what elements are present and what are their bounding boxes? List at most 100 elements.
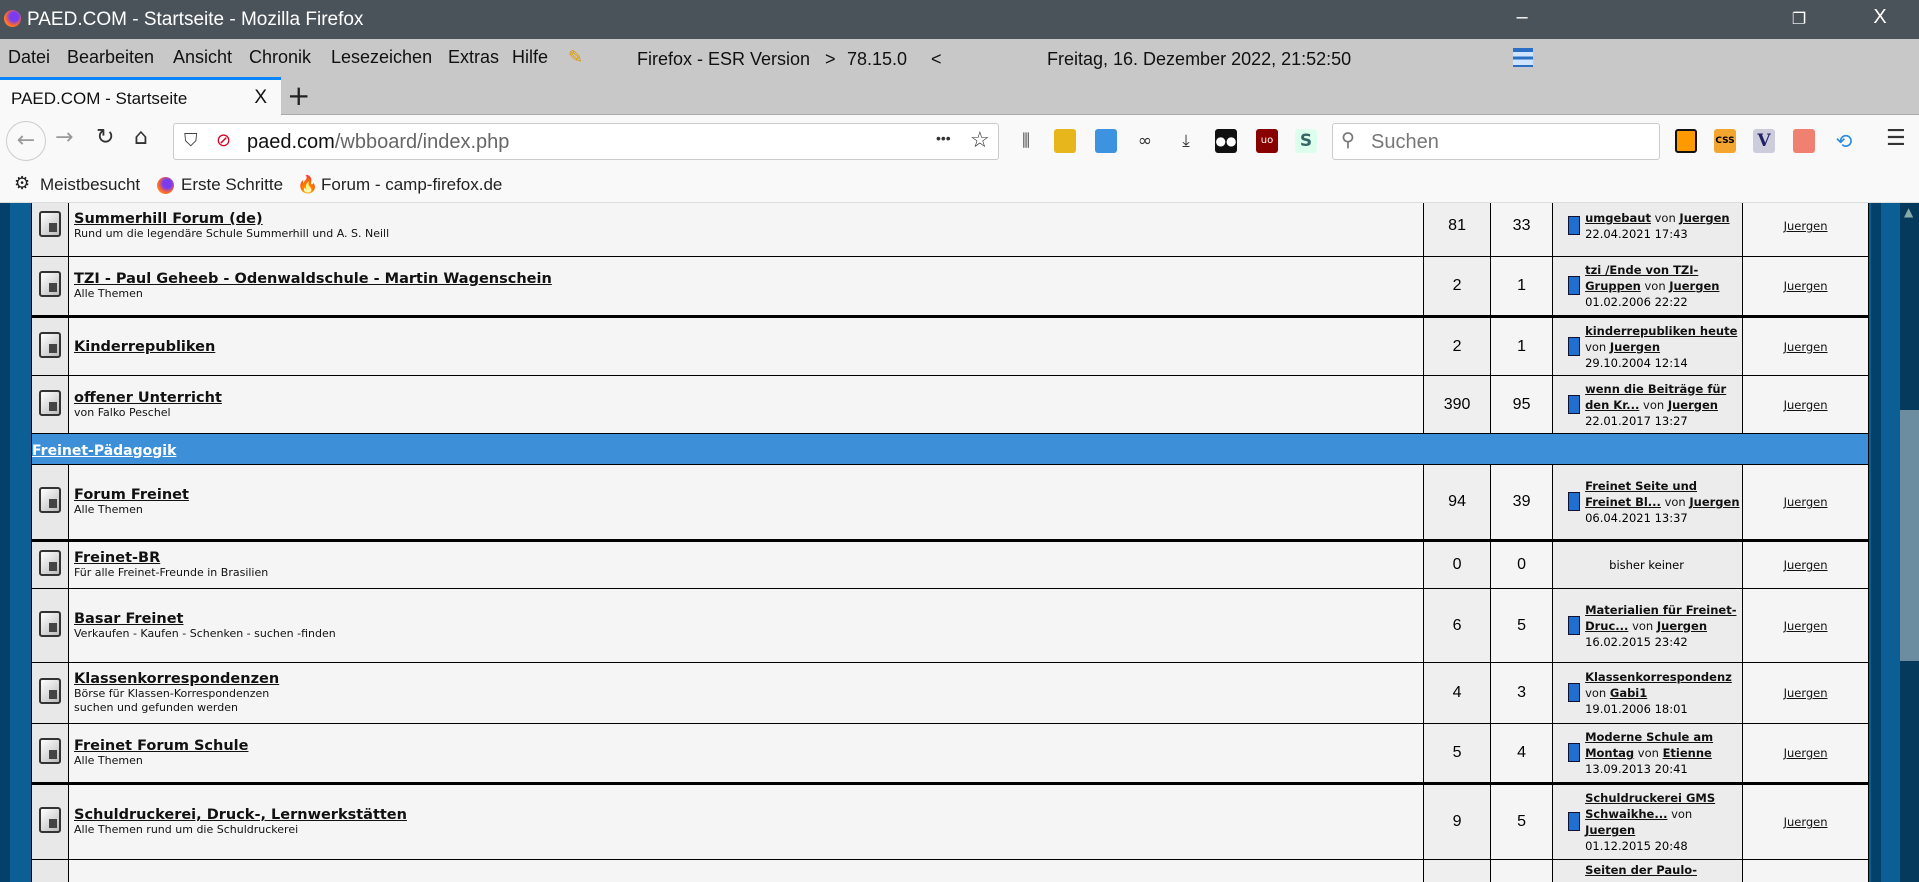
forum-icon-cell: [31, 375, 69, 434]
insecure-lock-icon[interactable]: ⊘: [216, 130, 231, 151]
search-input[interactable]: ⚲ Suchen: [1332, 123, 1660, 160]
forum-title-link[interactable]: TZI - Paul Geheeb - Odenwaldschule - Mar…: [74, 271, 1423, 287]
last-post-user[interactable]: Juergen: [1585, 823, 1635, 837]
forward-button[interactable]: →: [55, 125, 73, 150]
restore-button[interactable]: ❐: [1779, 9, 1819, 29]
forum-title-link[interactable]: offener Unterricht: [74, 390, 1423, 406]
forum-title-link[interactable]: Kinderrepubliken: [74, 339, 1423, 355]
forum-title-link[interactable]: Summerhill Forum (de): [74, 211, 1423, 227]
page-actions-button[interactable]: •••: [936, 130, 951, 146]
css-addon-icon[interactable]: CSS: [1714, 129, 1736, 153]
moderator-link[interactable]: Juergen: [1784, 219, 1828, 233]
last-post-date: 22.04.2021 17:43: [1585, 227, 1688, 241]
vertical-scrollbar[interactable]: ▲: [1900, 203, 1919, 882]
last-post-link[interactable]: Schuldruckerei GMS Schwaikhe...: [1585, 791, 1715, 821]
posts-count: 5: [1423, 723, 1492, 785]
forum-title-link[interactable]: Freinet-BR: [74, 550, 1423, 566]
window-layout-icon[interactable]: [1513, 48, 1533, 67]
last-post-user[interactable]: Juergen: [1689, 495, 1739, 509]
sync-icon[interactable]: ⟲: [1833, 129, 1855, 153]
library-icon[interactable]: ⫼: [1015, 129, 1037, 153]
home-button[interactable]: ⌂: [134, 125, 148, 150]
last-post-cell: Moderne Schule am Montag von Etienne 13.0…: [1552, 723, 1744, 785]
tampermonkey-icon[interactable]: ●●: [1215, 129, 1237, 153]
page-border-left: [0, 203, 10, 882]
url-bar[interactable]: ⛉ ⊘ paed.com/wbboard/index.php ••• ☆: [173, 123, 999, 160]
scrollbar-thumb[interactable]: [1900, 410, 1919, 661]
last-post-user[interactable]: Juergen: [1668, 398, 1718, 412]
forum-icon-cell: [31, 662, 69, 724]
download-icon[interactable]: ⤓: [1175, 129, 1197, 153]
validator-icon[interactable]: V: [1753, 129, 1775, 153]
category-link[interactable]: Freinet-Pädagogik: [32, 443, 176, 459]
forum-title-link[interactable]: Klassenkorrespondenzen: [74, 671, 1423, 687]
last-post-user[interactable]: Gabi1: [1610, 686, 1647, 700]
last-post-user[interactable]: Juergen: [1679, 211, 1729, 225]
tracking-shield-icon[interactable]: ⛉: [184, 130, 198, 151]
close-window-button[interactable]: X: [1860, 6, 1900, 29]
posts-count: 4: [1423, 662, 1492, 724]
bookmarks-toolbar: ⚙ Meistbesucht Erste Schritte 🔥 Forum - …: [0, 168, 1919, 203]
table-row: Freinet Forum Schule Alle Themen 5 4 Mode…: [31, 723, 1869, 785]
back-button[interactable]: ←: [6, 121, 46, 161]
scroll-addon-icon[interactable]: [1793, 129, 1815, 153]
moderator-link[interactable]: Juergen: [1784, 340, 1828, 354]
moderator-link[interactable]: Juergen: [1784, 619, 1828, 633]
private-mask-icon[interactable]: ∞: [1134, 129, 1156, 153]
stylus-icon[interactable]: S: [1295, 129, 1317, 153]
moderator-cell: Juergen: [1742, 464, 1869, 542]
url-text[interactable]: paed.com/wbboard/index.php: [247, 131, 509, 154]
menu-chronik[interactable]: Chronik: [249, 47, 311, 68]
last-post-link[interactable]: Seiten der Paulo-: [1585, 863, 1697, 877]
forum-folder-icon: [39, 271, 61, 297]
new-tab-button[interactable]: +: [287, 79, 310, 112]
forum-title-link[interactable]: Forum Freinet: [74, 487, 1423, 503]
table-row: Schuldruckerei, Druck-, Lernwerkstätten A…: [31, 783, 1869, 860]
bookmark-camp-firefox[interactable]: Forum - camp-firefox.de: [321, 175, 502, 195]
moderator-link[interactable]: Juergen: [1784, 279, 1828, 293]
forum-cell: offener Unterricht von Falko Peschel: [67, 375, 1425, 434]
menu-ansicht[interactable]: Ansicht: [173, 47, 232, 68]
menu-bearbeiten[interactable]: Bearbeiten: [67, 47, 154, 68]
bookmark-star-icon[interactable]: ☆: [970, 127, 990, 153]
forum-icon-cell: [31, 464, 69, 542]
menu-datei[interactable]: Datei: [8, 47, 50, 68]
last-post-link[interactable]: Klassenkorrespondenz: [1585, 670, 1732, 684]
last-post-link[interactable]: kinderrepubliken heute: [1585, 324, 1737, 338]
last-post-link[interactable]: umgebaut: [1585, 211, 1651, 225]
posts-count: 94: [1423, 464, 1492, 542]
bookmark-meistbesucht[interactable]: Meistbesucht: [40, 175, 140, 195]
moderator-link[interactable]: Juergen: [1784, 815, 1828, 829]
reload-button[interactable]: ↻: [96, 125, 114, 150]
folder-icon[interactable]: [1095, 129, 1117, 153]
last-post-user[interactable]: Etienne: [1663, 746, 1712, 760]
hamburger-menu-button[interactable]: ☰: [1886, 126, 1906, 151]
menu-lesezeichen[interactable]: Lesezeichen: [331, 47, 432, 68]
minimize-button[interactable]: –: [1502, 6, 1542, 29]
menu-extras[interactable]: Extras: [448, 47, 499, 68]
last-post-cell: tzi /Ende von TZI-Gruppen von Juergen 01.…: [1552, 256, 1744, 318]
tab-paed-startseite[interactable]: PAED.COM - Startseite X: [0, 77, 281, 116]
moderator-link[interactable]: Juergen: [1784, 746, 1828, 760]
last-post-user[interactable]: Juergen: [1657, 619, 1707, 633]
bookmark-erste-schritte[interactable]: Erste Schritte: [181, 175, 283, 195]
moderator-link[interactable]: Juergen: [1784, 398, 1828, 412]
moderator-link[interactable]: Juergen: [1784, 686, 1828, 700]
scroll-up-icon[interactable]: ▲: [1904, 205, 1913, 219]
close-tab-icon[interactable]: X: [254, 87, 267, 109]
last-post-user[interactable]: Juergen: [1610, 340, 1660, 354]
ublock-icon[interactable]: uo: [1256, 129, 1278, 153]
folder-open-icon[interactable]: [1054, 129, 1076, 153]
forum-title-link[interactable]: Schuldruckerei, Druck-, Lernwerkstätten: [74, 807, 1423, 823]
last-post-date: 22.01.2017 13:27: [1585, 413, 1688, 428]
forum-icon-cell: [31, 256, 69, 318]
last-post-user[interactable]: Juergen: [1669, 279, 1719, 293]
magnifier-addon-icon[interactable]: [1675, 129, 1697, 153]
menu-hilfe[interactable]: Hilfe: [512, 47, 548, 68]
moderator-link[interactable]: Juergen: [1784, 495, 1828, 509]
notepad-icon[interactable]: ✎: [568, 47, 583, 68]
moderator-link[interactable]: Juergen: [1784, 558, 1828, 572]
thread-icon: [1568, 216, 1581, 235]
forum-title-link[interactable]: Freinet Forum Schule: [74, 738, 1423, 754]
forum-title-link[interactable]: Basar Freinet: [74, 611, 1423, 627]
